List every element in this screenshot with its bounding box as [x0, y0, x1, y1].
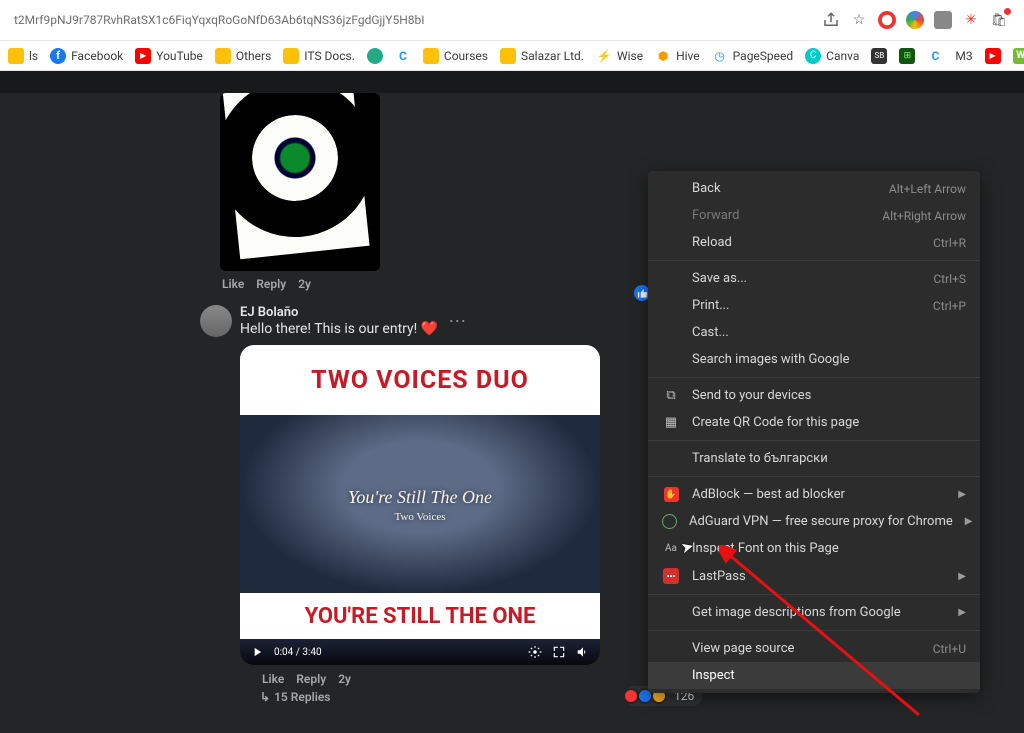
url-text[interactable]: t2Mrf9pNJ9r787RvhRatSX1c6FiqYqxqRoGoNfD6… [8, 13, 814, 27]
bookmark-item[interactable]: ⚡Wise [596, 48, 643, 64]
qr-icon: ▦ [662, 415, 680, 430]
bookmark-item[interactable]: C [395, 48, 411, 64]
share-icon[interactable] [822, 11, 840, 29]
time-text: 2y [338, 672, 351, 686]
bookmark-item[interactable]: WjQuery Tutorial [1013, 48, 1024, 64]
bookmark-item[interactable]: ◷PageSpeed [712, 48, 794, 64]
bookmark-item[interactable]: M3 [955, 49, 972, 63]
reply-link[interactable]: Reply [296, 672, 326, 686]
mandala-artwork [248, 111, 343, 206]
hive-icon: ⬢ [655, 48, 671, 64]
adguard-icon [662, 514, 677, 529]
youtube-icon: ▶ [985, 48, 1001, 64]
bookmark-item[interactable]: ls [8, 48, 38, 64]
ctx-image-desc[interactable]: Get image descriptions from Google▶ [648, 599, 980, 626]
ctx-cast[interactable]: Cast... [648, 319, 980, 346]
ctx-print[interactable]: Print...Ctrl+P [648, 292, 980, 319]
like-link[interactable]: Like [262, 672, 284, 686]
ctx-adblock[interactable]: ✋AdBlock — best ad blocker▶ [648, 481, 980, 508]
ext-flower-icon[interactable]: ✳ [962, 11, 980, 29]
sb-icon: SB [871, 48, 887, 64]
like-link[interactable]: Like [222, 277, 244, 291]
video-frame: You're Still The One Two Voices [240, 415, 600, 595]
ctx-search-image[interactable]: Search images with Google [648, 346, 980, 373]
ctx-save-as[interactable]: Save as...Ctrl+S [648, 265, 980, 292]
commenter-name[interactable]: EJ Bolaño [240, 305, 438, 320]
ext-grey-icon[interactable] [934, 11, 952, 29]
bookmark-item[interactable]: ⊞ [899, 48, 915, 64]
grid-icon: ⊞ [899, 48, 915, 64]
ctx-qr[interactable]: ▦Create QR Code for this page [648, 409, 980, 436]
reply-arrow-icon: ↳ [260, 690, 270, 704]
bookmark-item[interactable]: ITS Docs. [283, 48, 355, 64]
ctx-reload[interactable]: ReloadCtrl+R [648, 229, 980, 256]
bookmark-item[interactable]: Others [215, 48, 271, 64]
bookmark-item[interactable]: SB [871, 48, 887, 64]
folder-icon [500, 48, 516, 64]
comment-text: Hello there! This is our entry! ❤️ [240, 321, 438, 337]
comment-video[interactable]: TWO VOICES DUO You're Still The One Two … [240, 345, 600, 665]
pagespeed-icon: ◷ [712, 48, 728, 64]
devices-icon: ⧉ [662, 388, 680, 403]
folder-icon [215, 48, 231, 64]
comment-image[interactable] [220, 93, 380, 271]
video-time: 0:04 / 3:40 [274, 647, 322, 658]
bookmark-item[interactable]: ▶ [985, 48, 1001, 64]
video-controls: 0:04 / 3:40 [240, 639, 600, 665]
ctx-back[interactable]: BackAlt+Left Arrow [648, 175, 980, 202]
w-icon: W [1013, 48, 1024, 64]
blue-icon: C [927, 48, 943, 64]
ctx-view-source[interactable]: View page sourceCtrl+U [648, 635, 980, 662]
bookmark-item[interactable] [367, 48, 383, 64]
lastpass-icon: ••• [662, 568, 680, 584]
ext-cart-icon[interactable]: 🛍 [990, 11, 1008, 29]
context-menu: BackAlt+Left Arrow ForwardAlt+Right Arro… [648, 171, 980, 693]
bookmarks-bar: ls fFacebook ▶YouTube Others ITS Docs. C… [0, 41, 1024, 71]
bookmark-item[interactable]: Salazar Ltd. [500, 48, 584, 64]
bookmark-item[interactable]: ⬢Hive [655, 48, 700, 64]
ext-color-icon[interactable] [906, 11, 924, 29]
adblock-icon: ✋ [662, 487, 680, 502]
ctx-adguard[interactable]: AdGuard VPN — free secure proxy for Chro… [648, 508, 980, 535]
bookmark-item[interactable]: fFacebook [50, 48, 123, 64]
address-bar: t2Mrf9pNJ9r787RvhRatSX1c6FiqYqxqRoGoNfD6… [0, 0, 1024, 41]
bookmark-item[interactable]: ▶YouTube [135, 48, 203, 64]
volume-icon[interactable] [576, 645, 590, 659]
folder-icon [423, 48, 439, 64]
video-footer-overlay: YOU'RE STILL THE ONE [240, 593, 600, 639]
youtube-icon: ▶ [135, 48, 151, 64]
ctx-inspect[interactable]: Inspect [648, 662, 980, 689]
wise-icon: ⚡ [596, 48, 612, 64]
fullscreen-icon[interactable] [552, 645, 566, 659]
folder-icon [283, 48, 299, 64]
bookmark-item[interactable]: Courses [423, 48, 488, 64]
video-title-overlay: TWO VOICES DUO [240, 345, 600, 415]
page-content: Like Reply 2y EJ Bolaño Hello there! Thi… [0, 71, 1024, 733]
green-icon [367, 48, 383, 64]
bookmark-item[interactable]: CCanva [805, 48, 859, 64]
bookmark-item[interactable]: C [927, 48, 943, 64]
ctx-lastpass[interactable]: •••LastPass▶ [648, 562, 980, 590]
play-icon[interactable] [250, 645, 264, 659]
blue-icon: C [395, 48, 411, 64]
toolbar-icons: ☆ ✳ 🛍 [814, 11, 1016, 29]
more-icon[interactable]: ⋯ [448, 311, 466, 332]
folder-icon [8, 48, 24, 64]
time-text: 2y [298, 277, 311, 291]
facebook-icon: f [50, 48, 66, 64]
font-icon: Aa [662, 543, 680, 554]
heart-icon: ❤️ [421, 321, 438, 337]
settings-icon[interactable] [528, 645, 542, 659]
bookmark-star-icon[interactable]: ☆ [850, 11, 868, 29]
ext-opera-icon[interactable] [878, 11, 896, 29]
avatar[interactable] [200, 305, 232, 337]
ctx-forward[interactable]: ForwardAlt+Right Arrow [648, 202, 980, 229]
reply-link[interactable]: Reply [256, 277, 286, 291]
ctx-send-devices[interactable]: ⧉Send to your devices [648, 382, 980, 409]
canva-icon: C [805, 48, 821, 64]
ctx-inspect-font[interactable]: AaInspect Font on this Page [648, 535, 980, 562]
ctx-translate[interactable]: Translate to български [648, 445, 980, 472]
